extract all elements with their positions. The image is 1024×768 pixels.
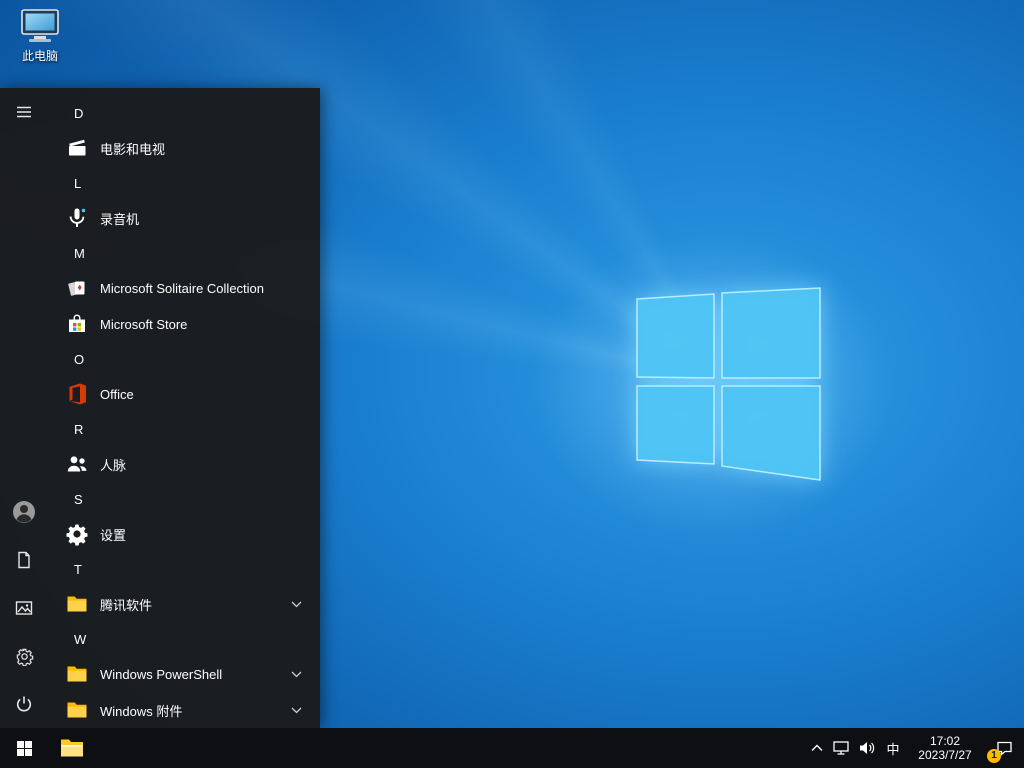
section-letter: M — [74, 245, 85, 261]
chevron-down-icon — [291, 707, 302, 714]
start-menu-app-people[interactable]: 人脉 — [48, 446, 320, 482]
this-pc-icon — [21, 9, 59, 42]
chevron-down-icon — [291, 601, 302, 608]
app-label: 电影和电视 — [100, 141, 166, 157]
clock-date: 2023/7/27 — [918, 748, 972, 762]
settings-icon — [64, 521, 90, 547]
section-header-t[interactable]: T — [48, 552, 320, 586]
chevron-up-icon — [811, 744, 823, 751]
power-icon — [16, 696, 32, 712]
start-menu-folder-windows-accessories[interactable]: Windows 附件 — [48, 692, 320, 728]
movies-tv-icon — [64, 135, 90, 161]
app-label: 人脉 — [100, 457, 127, 473]
section-header-m[interactable]: M — [48, 236, 320, 270]
voice-recorder-icon — [64, 205, 90, 231]
app-label: Microsoft Solitaire Collection — [100, 280, 265, 296]
desktop: 此电脑 D 电影和电视 L 录音机 M Microsoft Solitaire … — [0, 0, 1024, 768]
network-icon — [833, 741, 849, 755]
section-letter: D — [74, 105, 84, 121]
section-header-r[interactable]: R — [48, 412, 320, 446]
power-button[interactable] — [0, 680, 48, 728]
folder-icon — [64, 697, 90, 723]
tray-overflow-button[interactable] — [806, 728, 828, 768]
app-label: 设置 — [100, 527, 127, 543]
section-header-o[interactable]: O — [48, 342, 320, 376]
taskbar-clock[interactable]: 17:02 2023/7/27 — [906, 728, 984, 768]
section-header-l[interactable]: L — [48, 166, 320, 200]
section-letter: S — [74, 491, 83, 507]
store-icon — [64, 311, 90, 337]
notification-badge: 1 — [987, 749, 1001, 763]
section-header-s[interactable]: S — [48, 482, 320, 516]
volume-button[interactable] — [854, 728, 880, 768]
windows-logo-icon — [16, 740, 32, 756]
section-letter: O — [74, 351, 85, 367]
file-explorer-icon — [61, 739, 83, 757]
people-icon — [64, 451, 90, 477]
app-label: Microsoft Store — [100, 316, 188, 332]
section-letter: T — [74, 561, 82, 577]
office-icon — [64, 381, 90, 407]
app-label: 腾讯软件 — [100, 597, 153, 613]
start-menu-app-movies-tv[interactable]: 电影和电视 — [48, 130, 320, 166]
start-menu-app-office[interactable]: Office — [48, 376, 320, 412]
start-button[interactable] — [0, 728, 48, 768]
windows-hero-logo — [636, 287, 821, 481]
section-letter: L — [74, 175, 82, 191]
app-label: Windows PowerShell — [100, 666, 223, 682]
desktop-icon-this-pc[interactable]: 此电脑 — [8, 8, 72, 64]
folder-icon — [64, 591, 90, 617]
gear-icon — [16, 648, 33, 666]
file-explorer-button[interactable] — [48, 728, 96, 768]
start-menu-folder-windows-powershell[interactable]: Windows PowerShell — [48, 656, 320, 692]
start-menu-app-microsoft-store[interactable]: Microsoft Store — [48, 306, 320, 342]
section-letter: W — [74, 631, 87, 647]
documents-button[interactable] — [0, 536, 48, 584]
system-tray: 中 17:02 2023/7/27 1 — [806, 728, 1024, 768]
speaker-icon — [860, 742, 875, 754]
start-menu-app-list: D 电影和电视 L 录音机 M Microsoft Solitaire Coll — [48, 88, 320, 728]
section-letter: R — [74, 421, 84, 437]
taskbar: 中 17:02 2023/7/27 1 — [0, 728, 1024, 768]
start-menu-app-solitaire[interactable]: Microsoft Solitaire Collection — [48, 270, 320, 306]
start-menu-folder-tencent[interactable]: 腾讯软件 — [48, 586, 320, 622]
expand-menu-button[interactable] — [0, 88, 48, 136]
start-menu-rail — [0, 88, 48, 728]
rail-settings-button[interactable] — [0, 632, 48, 680]
app-label: Windows 附件 — [100, 703, 183, 719]
pictures-button[interactable] — [0, 584, 48, 632]
section-header-w[interactable]: W — [48, 622, 320, 656]
action-center-button[interactable]: 1 — [984, 728, 1024, 768]
document-icon — [18, 551, 30, 569]
network-button[interactable] — [828, 728, 854, 768]
start-menu: D 电影和电视 L 录音机 M Microsoft Solitaire Coll — [0, 88, 320, 728]
chevron-down-icon — [291, 671, 302, 678]
section-header-d[interactable]: D — [48, 96, 320, 130]
desktop-icon-label: 此电脑 — [21, 49, 58, 63]
ime-indicator[interactable]: 中 — [880, 728, 906, 768]
folder-icon — [64, 661, 90, 687]
picture-icon — [15, 601, 33, 615]
ime-label: 中 — [886, 741, 900, 757]
clock-time: 17:02 — [929, 734, 961, 748]
account-button[interactable] — [0, 488, 48, 536]
user-icon — [13, 501, 35, 523]
solitaire-icon — [64, 275, 90, 301]
start-menu-app-voice-recorder[interactable]: 录音机 — [48, 200, 320, 236]
app-label: 录音机 — [100, 211, 140, 227]
start-menu-app-settings[interactable]: 设置 — [48, 516, 320, 552]
app-label: Office — [100, 386, 134, 402]
hamburger-icon — [17, 106, 31, 118]
